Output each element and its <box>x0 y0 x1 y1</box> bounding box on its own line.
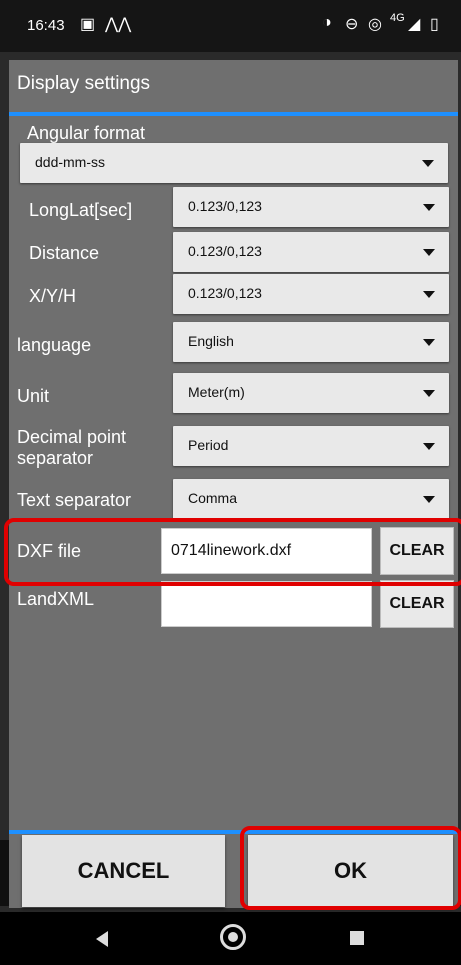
decimal-separator-label: Decimal point separator <box>17 427 127 468</box>
cancel-button[interactable]: CANCEL <box>22 835 225 907</box>
display-settings-dialog: Display settings Angular format ddd-mm-s… <box>9 60 458 908</box>
xyh-label: X/Y/H <box>29 286 77 306</box>
language-label: language <box>17 335 92 355</box>
unit-value: Meter(m) <box>188 384 245 400</box>
status-time: 16:43 <box>27 17 65 34</box>
navigation-bar <box>0 912 461 965</box>
dxf-highlight <box>4 518 461 586</box>
chevron-down-icon <box>422 160 434 167</box>
chevron-down-icon <box>423 291 435 298</box>
chevron-down-icon <box>423 249 435 256</box>
xyh-select[interactable]: 0.123/0,123 <box>173 274 449 314</box>
landxml-label: LandXML <box>17 589 95 609</box>
language-select[interactable]: English <box>173 322 449 362</box>
decimal-separator-value: Period <box>188 437 229 453</box>
distance-value: 0.123/0,123 <box>188 243 262 259</box>
ok-highlight <box>240 826 461 910</box>
gallery-icon: ▣ <box>80 16 96 33</box>
dialog-title: Display settings <box>17 73 151 94</box>
back-icon[interactable] <box>96 931 108 947</box>
unit-select[interactable]: Meter(m) <box>173 373 449 413</box>
landxml-clear-button[interactable]: CLEAR <box>380 580 454 628</box>
hotspot-icon: ◎ <box>368 16 382 33</box>
angular-format-value: ddd-mm-ss <box>35 154 106 170</box>
angular-format-select[interactable]: ddd-mm-ss <box>20 143 448 183</box>
text-separator-select[interactable]: Comma <box>173 479 449 519</box>
home-icon[interactable] <box>220 924 246 950</box>
longlat-value: 0.123/0,123 <box>188 198 262 214</box>
activity-icon: ⋀⋀ <box>105 16 132 33</box>
battery-icon: ▯ <box>430 16 439 33</box>
vibrate-icon: ◑ <box>322 14 332 31</box>
chevron-down-icon <box>423 339 435 346</box>
signal-icon: ◢ <box>408 16 421 33</box>
title-divider <box>9 112 458 116</box>
angular-format-label: Angular format <box>27 123 146 143</box>
chevron-down-icon <box>423 496 435 503</box>
xyh-value: 0.123/0,123 <box>188 285 262 301</box>
chevron-down-icon <box>423 443 435 450</box>
chevron-down-icon <box>423 204 435 211</box>
dnd-icon: ⊖ <box>345 16 359 33</box>
distance-label: Distance <box>29 243 100 263</box>
landxml-field[interactable] <box>161 581 372 627</box>
longlat-label: LongLat[sec] <box>29 200 133 220</box>
longlat-select[interactable]: 0.123/0,123 <box>173 187 449 227</box>
text-separator-value: Comma <box>188 490 238 506</box>
status-bar: 16:43 ▣ ⋀⋀ ◑ ⊖ ◎ 4G ◢ ▯ <box>0 0 461 52</box>
recent-apps-icon[interactable] <box>350 931 364 945</box>
unit-label: Unit <box>17 386 50 406</box>
distance-select[interactable]: 0.123/0,123 <box>173 232 449 272</box>
text-separator-label: Text separator <box>17 490 132 510</box>
network-type: 4G <box>390 12 405 24</box>
decimal-separator-select[interactable]: Period <box>173 426 449 466</box>
language-value: English <box>188 333 234 349</box>
chevron-down-icon <box>423 390 435 397</box>
